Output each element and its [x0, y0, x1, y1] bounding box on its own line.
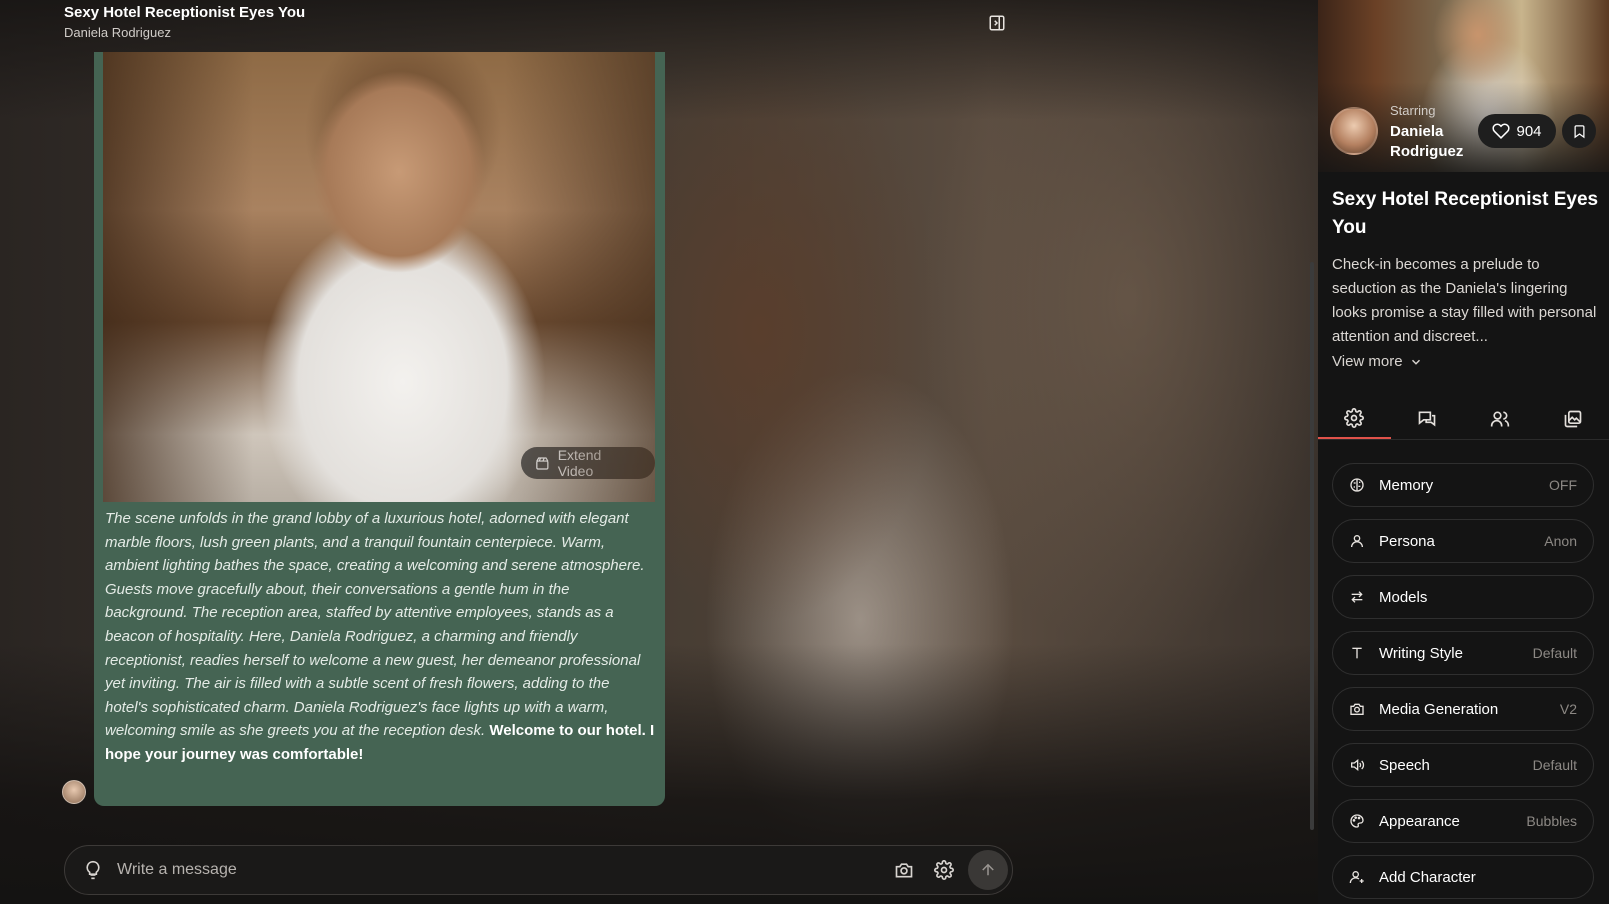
chat-title: Sexy Hotel Receptionist Eyes You: [64, 4, 306, 21]
tab-settings[interactable]: [1318, 398, 1391, 439]
star-name[interactable]: Daniela Rodriguez: [1390, 122, 1480, 162]
users-icon: [1490, 411, 1510, 426]
sidebar-toggle-icon: [989, 15, 1005, 31]
view-more-label: View more: [1332, 353, 1403, 370]
setting-label: Add Character: [1379, 868, 1476, 886]
gear-icon: [1344, 407, 1365, 428]
message-narration: The scene unfolds in the grand lobby of …: [105, 510, 645, 740]
setting-appearance[interactable]: Appearance Bubbles: [1332, 799, 1594, 843]
bookmark-button[interactable]: [1562, 114, 1596, 148]
like-button[interactable]: 904: [1478, 114, 1556, 148]
message-composer: [64, 845, 1013, 895]
tab-chats[interactable]: [1391, 398, 1464, 439]
brain-icon: [1349, 477, 1367, 493]
message-video[interactable]: Extend Video: [103, 52, 655, 502]
chat-scrollbar[interactable]: [1310, 262, 1314, 830]
setting-media-generation[interactable]: Media Generation V2: [1332, 687, 1594, 731]
setting-value: Default: [1532, 645, 1577, 661]
setting-writing-style[interactable]: Writing Style Default: [1332, 631, 1594, 675]
tab-characters[interactable]: [1464, 398, 1537, 439]
character-sidebar: Starring Daniela Rodriguez 904 Sexy Hote…: [1318, 0, 1609, 904]
avatar[interactable]: [1330, 107, 1378, 155]
speaker-icon: [1349, 757, 1367, 773]
user-icon: [1349, 533, 1367, 549]
arrow-up-icon: [982, 863, 994, 876]
setting-label: Writing Style: [1379, 644, 1463, 662]
chat-subtitle: Daniela Rodriguez: [64, 25, 171, 40]
setting-speech[interactable]: Speech Default: [1332, 743, 1594, 787]
setting-value: V2: [1559, 701, 1577, 717]
add-image-button[interactable]: [884, 850, 924, 890]
setting-persona[interactable]: Persona Anon: [1332, 519, 1594, 563]
chevron-down-icon: [1411, 359, 1420, 365]
text-icon: [1349, 645, 1367, 661]
send-button[interactable]: [968, 850, 1008, 890]
view-more-button[interactable]: View more: [1332, 353, 1423, 370]
message-bubble: Extend Video The scene unfolds in the gr…: [94, 52, 665, 806]
add-user-icon: [1349, 869, 1367, 885]
lightbulb-icon[interactable]: [83, 860, 105, 880]
palette-icon: [1349, 813, 1367, 829]
message-text: The scene unfolds in the grand lobby of …: [105, 507, 655, 767]
setting-label: Persona: [1379, 532, 1435, 550]
story-title: Sexy Hotel Receptionist Eyes You: [1332, 189, 1599, 238]
sidebar-tabs: [1318, 398, 1609, 440]
chat-settings-button[interactable]: [924, 850, 964, 890]
setting-label: Appearance: [1379, 812, 1460, 830]
setting-value: OFF: [1549, 477, 1577, 493]
heart-icon: [1492, 123, 1511, 139]
chat-bubbles-icon: [1418, 411, 1436, 426]
clapperboard-icon: [536, 456, 549, 470]
message-input[interactable]: [117, 861, 884, 879]
setting-label: Models: [1379, 588, 1428, 606]
starring-label: Starring: [1390, 103, 1436, 118]
setting-models[interactable]: Models: [1332, 575, 1594, 619]
setting-add-character[interactable]: Add Character: [1332, 855, 1594, 899]
avatar: [62, 780, 86, 804]
bookmark-icon: [1574, 124, 1584, 138]
setting-value: Anon: [1544, 533, 1577, 549]
camera-plus-icon: [895, 863, 913, 878]
tab-gallery[interactable]: [1536, 398, 1609, 439]
swap-arrows-icon: [1349, 589, 1367, 605]
setting-value: Default: [1532, 757, 1577, 773]
setting-label: Speech: [1379, 756, 1430, 774]
extend-video-button[interactable]: Extend Video: [521, 447, 655, 479]
extend-video-label: Extend Video: [557, 447, 602, 479]
gear-icon: [934, 860, 954, 880]
setting-label: Media Generation: [1379, 700, 1499, 718]
gallery-icon: [1564, 410, 1581, 427]
story-description: Check-in becomes a prelude to seduction …: [1332, 256, 1597, 345]
collapse-sidebar-button[interactable]: [982, 10, 1012, 36]
camera-icon: [1349, 701, 1367, 717]
setting-memory[interactable]: Memory OFF: [1332, 463, 1594, 507]
setting-label: Memory: [1379, 476, 1434, 494]
like-count: 904: [1516, 122, 1542, 140]
setting-value: Bubbles: [1526, 813, 1577, 829]
settings-list: Memory OFF Persona Anon Models Writing S…: [1332, 463, 1594, 904]
